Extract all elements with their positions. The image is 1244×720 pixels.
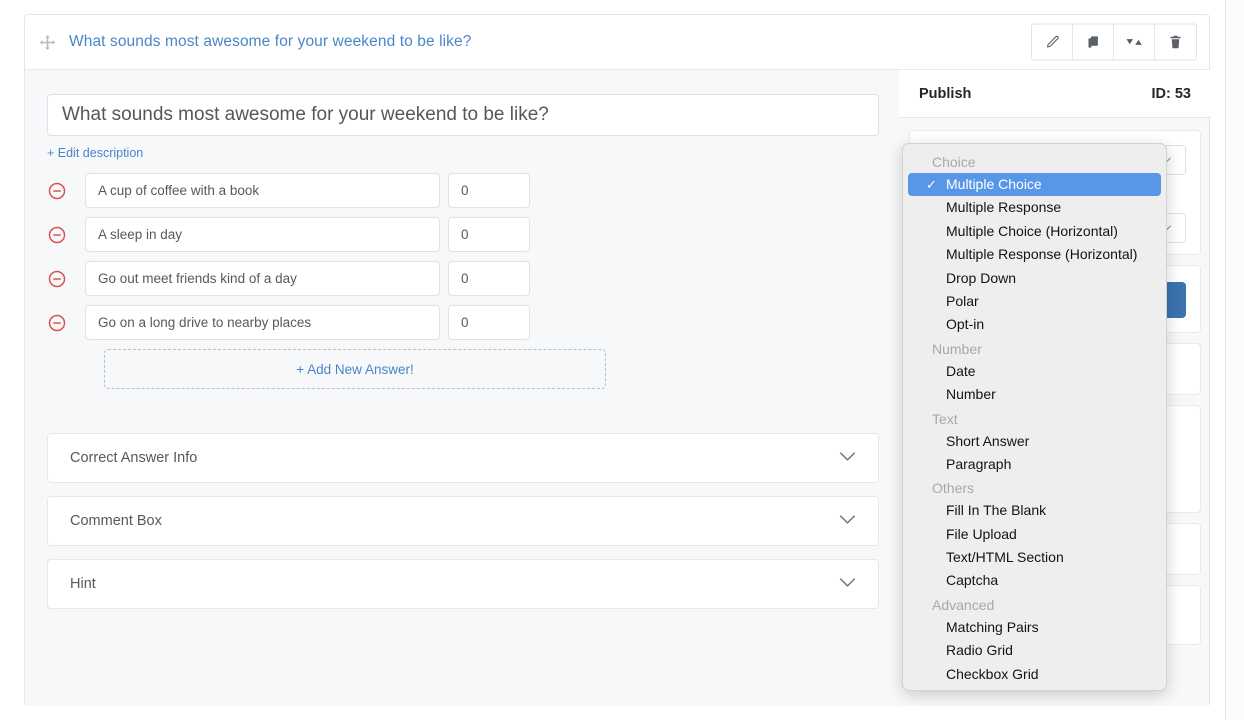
- remove-answer-icon[interactable]: [47, 313, 85, 333]
- question-header-title: What sounds most awesome for your weeken…: [69, 33, 472, 50]
- answer-row: [47, 217, 877, 252]
- dropdown-item-drop-down[interactable]: Drop Down: [903, 267, 1166, 290]
- sidebar-header: Publish ID: 53: [899, 70, 1211, 118]
- answer-row: [47, 305, 877, 340]
- chevron-down-icon: [839, 449, 856, 467]
- panel-comment-box[interactable]: Comment Box: [47, 496, 879, 546]
- answer-row: [47, 261, 877, 296]
- check-icon: ✓: [926, 177, 937, 192]
- dropdown-item-paragraph[interactable]: Paragraph: [903, 453, 1166, 476]
- add-new-answer-button[interactable]: + Add New Answer!: [104, 349, 606, 389]
- panel-label: Hint: [70, 576, 96, 592]
- dropdown-item-matching-pairs[interactable]: Matching Pairs: [903, 616, 1166, 639]
- remove-answer-icon[interactable]: [47, 225, 85, 245]
- panel-hint[interactable]: Hint: [47, 559, 879, 609]
- question-id-label: ID: 53: [1151, 85, 1192, 102]
- remove-answer-icon[interactable]: [47, 269, 85, 289]
- dropdown-group-label: Choice: [932, 154, 976, 170]
- question-toolbar: [1031, 23, 1197, 61]
- answer-text-input[interactable]: [85, 173, 440, 208]
- question-type-dropdown-menu: Choice ✓ Multiple Choice Multiple Respon…: [902, 143, 1167, 691]
- dropdown-item-multiple-response-horizontal[interactable]: Multiple Response (Horizontal): [903, 243, 1166, 266]
- move-arrows-icon[interactable]: [25, 34, 69, 51]
- delete-question-button[interactable]: [1155, 24, 1196, 60]
- app-page: What sounds most awesome for your weeken…: [0, 0, 1244, 720]
- answer-score-input[interactable]: [448, 173, 530, 208]
- dropdown-group-label: Advanced: [932, 596, 995, 613]
- panel-label: Correct Answer Info: [70, 450, 198, 466]
- dropdown-item-opt-in[interactable]: Opt-in: [903, 313, 1166, 336]
- question-card-header: What sounds most awesome for your weeken…: [25, 15, 1209, 70]
- answer-text-input[interactable]: [85, 217, 440, 252]
- answers-list: [47, 173, 877, 340]
- answer-score-input[interactable]: [448, 305, 530, 340]
- answer-score-input[interactable]: [448, 261, 530, 296]
- dropdown-item-short-answer[interactable]: Short Answer: [903, 430, 1166, 453]
- reorder-question-button[interactable]: [1114, 24, 1155, 60]
- page-vertical-divider: [1225, 0, 1226, 720]
- remove-answer-icon[interactable]: [47, 181, 85, 201]
- dropdown-item-multiple-response[interactable]: Multiple Response: [903, 196, 1166, 219]
- dropdown-item-text-html-section[interactable]: Text/HTML Section: [903, 546, 1166, 569]
- answer-text-input[interactable]: [85, 261, 440, 296]
- question-editor-column: + Edit description: [25, 70, 899, 706]
- dropdown-item-file-upload[interactable]: File Upload: [903, 523, 1166, 546]
- chevron-down-icon: [839, 512, 856, 530]
- dropdown-item-label: Multiple Choice: [946, 176, 1042, 192]
- dropdown-item-multiple-choice-horizontal[interactable]: Multiple Choice (Horizontal): [903, 220, 1166, 243]
- collapsible-panels: Correct Answer Info Comment Box Hint: [47, 433, 879, 609]
- dropdown-item-date[interactable]: Date: [903, 360, 1166, 383]
- panel-label: Comment Box: [70, 513, 162, 529]
- question-title-input[interactable]: [47, 94, 879, 136]
- dropdown-group-label: Text: [932, 410, 958, 427]
- dropdown-item-radio-grid[interactable]: Radio Grid: [903, 639, 1166, 662]
- duplicate-question-button[interactable]: [1073, 24, 1114, 60]
- edit-question-button[interactable]: [1032, 24, 1073, 60]
- panel-correct-answer-info[interactable]: Correct Answer Info: [47, 433, 879, 483]
- dropdown-item-multiple-choice[interactable]: ✓ Multiple Choice: [908, 173, 1161, 197]
- edit-description-link[interactable]: + Edit description: [47, 146, 143, 160]
- answer-row: [47, 173, 877, 208]
- dropdown-item-checkbox-grid[interactable]: Checkbox Grid: [903, 663, 1166, 686]
- dropdown-item-fill-in-the-blank[interactable]: Fill In The Blank: [903, 499, 1166, 522]
- dropdown-group-label: Others: [932, 480, 975, 497]
- publish-label: Publish: [919, 85, 972, 102]
- dropdown-group-label: Number: [932, 340, 982, 357]
- answer-text-input[interactable]: [85, 305, 440, 340]
- dropdown-item-captcha[interactable]: Captcha: [903, 569, 1166, 592]
- chevron-down-icon: [839, 575, 856, 593]
- answer-score-input[interactable]: [448, 217, 530, 252]
- page-right-gutter: [1226, 0, 1244, 720]
- dropdown-item-polar[interactable]: Polar: [903, 290, 1166, 313]
- dropdown-item-number[interactable]: Number: [903, 383, 1166, 406]
